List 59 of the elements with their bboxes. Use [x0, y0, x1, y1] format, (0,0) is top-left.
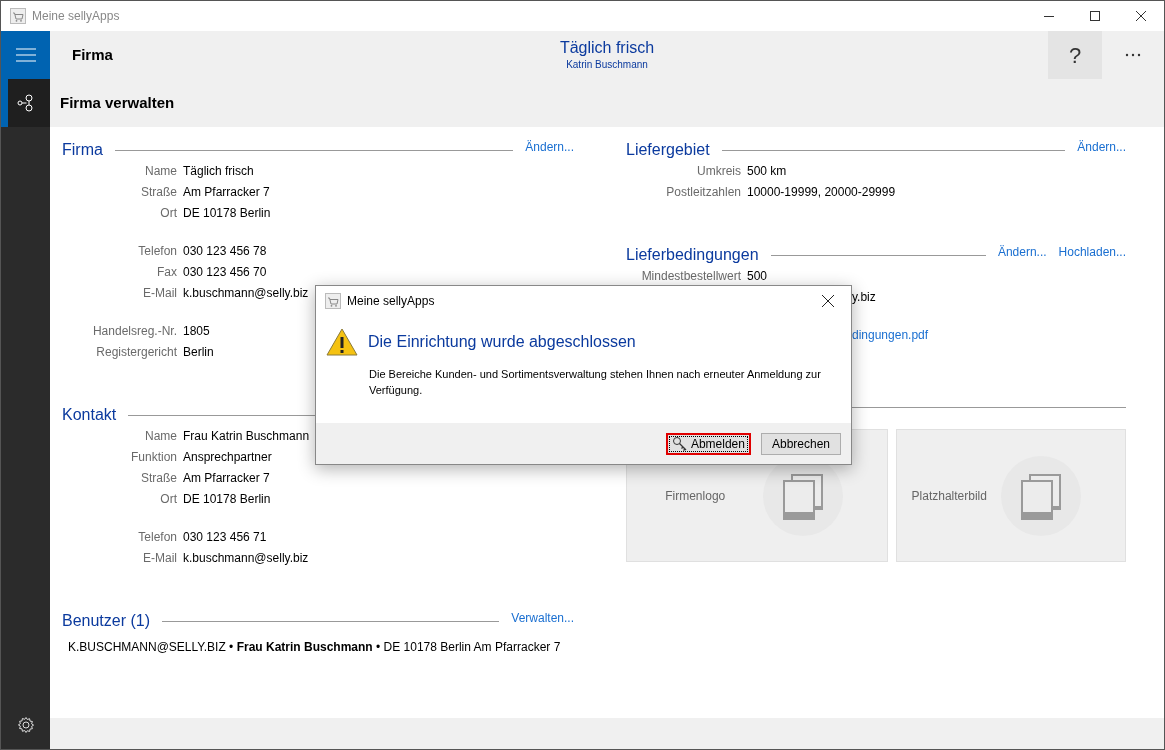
section-title: Firma [62, 140, 103, 160]
dialog-heading: Die Einrichtung wurde abgeschlossen [368, 332, 636, 352]
field-label: Name [144, 427, 178, 445]
field-label: Ort [159, 490, 178, 508]
action-link[interactable]: Ändern... [1077, 138, 1126, 156]
field-label: Mindestbestellwert [640, 267, 742, 285]
field-label: E-Mail [142, 284, 178, 302]
field-value: 030 123 456 78 [183, 242, 267, 260]
action-link[interactable]: Verwalten... [511, 609, 574, 627]
field-label: Postleitzahlen [665, 183, 742, 201]
field-label: Handelsreg.-Nr. [91, 322, 178, 340]
company-name: Täglich frisch [559, 38, 655, 58]
field-label: Telefon [137, 242, 178, 260]
section-title: Kontakt [62, 405, 117, 425]
user-name: Katrin Buschmann [566, 58, 648, 72]
help-button[interactable]: ? [1048, 31, 1102, 79]
field-value: Berlin [183, 343, 214, 361]
field-label: Telefon [137, 528, 178, 546]
dialog-message: Die Bereiche Kunden- und Sortimentsverwaltung stehen Ihnen nach erneuter Anmeldung zur Verfügung. [369, 367, 822, 398]
field-value: Frau Katrin Buschmann [183, 427, 310, 445]
field-label: Name [144, 162, 178, 180]
field-value: k.buschmann@selly.biz [183, 284, 309, 302]
field-value: Am Pfarracker 7 [183, 469, 270, 487]
field-value: DE 10178 Berlin [183, 490, 271, 508]
file-link[interactable]: dingungen.pdf [852, 325, 929, 344]
field-value: k.buschmann@selly.biz [183, 549, 309, 567]
dialog-button[interactable]: Abbrechen [760, 432, 841, 455]
field-label: Funktion [129, 448, 178, 466]
page-subtitle: Firma verwalten [60, 93, 176, 113]
field-value: Ansprechpartner [183, 448, 272, 466]
action-link[interactable]: Hochladen... [1058, 243, 1126, 261]
field-value: 10000-19999, 20000-29999 [747, 183, 896, 201]
field-value: Täglich frisch [183, 162, 254, 180]
field-value: DE 10178 Berlin [183, 204, 271, 222]
section-title: Liefergebiet [626, 140, 710, 160]
field-value: 030 123 456 70 [183, 263, 267, 281]
dialog-title: Meine sellyApps [347, 293, 435, 310]
field-value: 030 123 456 71 [183, 528, 267, 546]
field-value: 1805 [183, 322, 210, 340]
field-label: Ort [159, 204, 178, 222]
field-label: E-Mail [142, 549, 178, 567]
field-label: Registergericht [95, 343, 178, 361]
action-link[interactable]: Ändern... [997, 243, 1047, 261]
field-label: Umkreis [696, 162, 742, 180]
field-label: Fax [156, 263, 178, 281]
field-value: 500 km [747, 162, 787, 180]
field-value: y.biz [852, 288, 876, 306]
user-entry: K.BUSCHMANN@SELLY.BIZ • Frau Katrin Buschmann • DE 10178 Berlin Am Pfarracker 7 [68, 639, 562, 656]
action-link[interactable]: Ändern... [525, 138, 574, 156]
window-title: Meine sellyApps [32, 8, 120, 25]
page-title: Firma [72, 44, 113, 65]
dialog-button[interactable]: Abmelden [665, 432, 751, 455]
field-value: Am Pfarracker 7 [183, 183, 270, 201]
section-title: Lieferbedingungen [626, 245, 759, 265]
field-label: Straße [140, 469, 178, 487]
image-placeholder[interactable]: Platzhalterbild [896, 429, 1126, 562]
section-title: Benutzer (1) [62, 611, 151, 631]
field-value: 500 [747, 267, 768, 285]
field-label: Straße [140, 183, 178, 201]
